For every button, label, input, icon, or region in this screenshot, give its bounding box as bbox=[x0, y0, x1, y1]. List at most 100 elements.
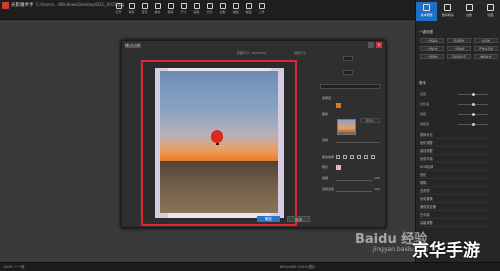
list-item[interactable]: 通道混合器 bbox=[420, 203, 490, 211]
edge-style-icon[interactable] bbox=[350, 155, 354, 159]
brush-icon bbox=[193, 3, 200, 9]
toolbar-crop[interactable]: 裁剪 bbox=[151, 2, 164, 19]
slider-knob[interactable] bbox=[472, 103, 475, 106]
slider-hue[interactable]: 色相 bbox=[420, 112, 488, 117]
list-item[interactable]: 曲线调整 bbox=[420, 147, 490, 155]
cancel-button[interactable]: 取消 bbox=[287, 216, 310, 222]
slider-brightness[interactable]: 亮度 bbox=[420, 92, 488, 97]
quick-button[interactable]: 一键减光 bbox=[447, 46, 471, 51]
list-item[interactable]: 高级调整 bbox=[420, 219, 490, 227]
list-item[interactable]: 色彩替换 bbox=[420, 195, 490, 203]
toolbar-border[interactable]: 边框 bbox=[216, 2, 229, 19]
toolbar-text[interactable]: 文字 bbox=[203, 2, 216, 19]
frame-icon bbox=[465, 4, 473, 11]
slider-saturation[interactable]: 饱和度 bbox=[420, 122, 488, 127]
quick-button[interactable]: 一键锐化 bbox=[420, 54, 444, 59]
custom-button[interactable]: 自定义 bbox=[360, 118, 380, 123]
quick-button[interactable]: 一键补光 bbox=[420, 46, 444, 51]
section-basic: 基本 bbox=[419, 81, 426, 85]
list-item[interactable]: 数码补光 bbox=[420, 131, 490, 139]
slider-knob[interactable] bbox=[472, 123, 475, 126]
blur-slider[interactable] bbox=[336, 180, 372, 181]
pattern-thumbnail[interactable] bbox=[337, 119, 356, 135]
upload-icon bbox=[258, 3, 265, 9]
toolbar-upload[interactable]: 上传 bbox=[255, 2, 268, 19]
quick-button[interactable]: 数码补光 bbox=[474, 54, 498, 59]
shadow-label: 阴影 bbox=[322, 165, 329, 169]
play-icon bbox=[486, 4, 494, 11]
slider-knob[interactable] bbox=[472, 93, 475, 96]
open-icon bbox=[115, 3, 122, 9]
slider-knob[interactable] bbox=[472, 113, 475, 116]
select-field[interactable] bbox=[320, 84, 380, 89]
quick-button[interactable]: 自动对比度 bbox=[447, 54, 471, 59]
edge-style-icon[interactable] bbox=[336, 155, 340, 159]
help-icon[interactable] bbox=[368, 42, 374, 48]
pattern-label: 图案 bbox=[322, 112, 329, 116]
toolbar-collage[interactable]: 拼图 bbox=[229, 2, 242, 19]
fill-slider[interactable] bbox=[336, 142, 380, 143]
blur-label: 模糊 bbox=[322, 176, 329, 180]
toolbar-cutout[interactable]: 抠图 bbox=[242, 2, 255, 19]
blur-value: 100 bbox=[374, 176, 380, 180]
list-item[interactable]: 色阶调整 bbox=[420, 139, 490, 147]
crop-icon bbox=[154, 3, 161, 9]
tab-play[interactable]: 玩图 bbox=[480, 2, 500, 21]
text-icon bbox=[206, 3, 213, 9]
shadow-color-swatch[interactable] bbox=[336, 165, 341, 170]
list-item[interactable]: 去雾镜 bbox=[420, 187, 490, 195]
edge-label: 撕边效果 bbox=[322, 155, 335, 159]
quick-buttons: 一键美化 自动曝光 白平衡 一键补光 一键减光 严重白平衡 一键锐化 自动对比度… bbox=[420, 38, 498, 59]
toolbar-save[interactable]: 保存 bbox=[125, 2, 138, 19]
status-left: 100% 一一般 bbox=[3, 265, 25, 269]
edge-style-icon[interactable] bbox=[343, 155, 347, 159]
opacity-label: 透明度 bbox=[322, 96, 332, 100]
app-logo-icon bbox=[2, 2, 9, 9]
cutout-icon bbox=[245, 3, 252, 9]
list-item[interactable]: 模糊 bbox=[420, 179, 490, 187]
saveas-icon bbox=[141, 3, 148, 9]
toolbar-open[interactable]: 打开 bbox=[112, 2, 125, 19]
edge-style-icon[interactable] bbox=[371, 155, 375, 159]
toolbar-rotate[interactable]: 旋转 bbox=[164, 2, 177, 19]
tab-border[interactable]: 边框 bbox=[459, 2, 480, 21]
color-swatch[interactable] bbox=[336, 103, 341, 108]
toolbar-saveas[interactable]: 另存 bbox=[138, 2, 151, 19]
panel-tabs: 基本调整 数码暗房 边框 玩图 bbox=[416, 2, 500, 21]
edge-style-icon[interactable] bbox=[357, 155, 361, 159]
quick-button[interactable]: 一键美化 bbox=[420, 38, 444, 43]
quick-button[interactable]: 自动曝光 bbox=[447, 38, 471, 43]
collage-icon bbox=[232, 3, 239, 9]
tab-darkroom[interactable]: 数码暗房 bbox=[437, 2, 458, 21]
toolbar-brush[interactable]: 画笔 bbox=[190, 2, 203, 19]
resize-icon bbox=[180, 3, 187, 9]
edge-style-icons[interactable] bbox=[336, 155, 375, 159]
dialog-title: 撕边边框 bbox=[125, 43, 141, 48]
list-item[interactable]: 白平衡 bbox=[420, 211, 490, 219]
dialog-preview-info: 预览尺寸 bbox=[294, 51, 307, 55]
spin-field-2[interactable] bbox=[343, 70, 353, 75]
toolbar: 打开 保存 另存 裁剪 旋转 尺寸 画笔 文字 边框 拼图 抠图 上传 bbox=[112, 2, 268, 19]
quick-button[interactable]: 严重白平衡 bbox=[474, 46, 498, 51]
adjust-icon bbox=[423, 4, 431, 11]
rotate-icon bbox=[167, 3, 174, 9]
dialog-size-info: 原图尺寸：800×600 bbox=[237, 51, 266, 55]
quick-button[interactable]: 白平衡 bbox=[474, 38, 498, 43]
darkroom-icon bbox=[444, 4, 452, 11]
close-icon[interactable]: × bbox=[376, 42, 382, 48]
fill-label: 边框 bbox=[322, 138, 329, 142]
site-watermark: 京华手游 bbox=[412, 241, 480, 261]
edge-style-icon[interactable] bbox=[364, 155, 368, 159]
list-item[interactable]: RGB色调 bbox=[420, 163, 490, 171]
ok-button[interactable]: 确定 bbox=[257, 216, 280, 222]
list-item[interactable]: 色彩平衡 bbox=[420, 155, 490, 163]
toolbar-size[interactable]: 尺寸 bbox=[177, 2, 190, 19]
tab-basic[interactable]: 基本调整 bbox=[416, 2, 438, 21]
adjust-list: 数码补光 色阶调整 曲线调整 色彩平衡 RGB色调 锐化 模糊 去雾镜 色彩替换… bbox=[420, 131, 490, 227]
slider-contrast[interactable]: 对比度 bbox=[420, 102, 488, 107]
spin-field-1[interactable] bbox=[343, 56, 353, 61]
app-title: 光影魔术手 bbox=[11, 3, 34, 8]
width-label: 边框宽度 bbox=[322, 187, 335, 191]
list-item[interactable]: 锐化 bbox=[420, 171, 490, 179]
width-slider[interactable] bbox=[336, 191, 372, 192]
